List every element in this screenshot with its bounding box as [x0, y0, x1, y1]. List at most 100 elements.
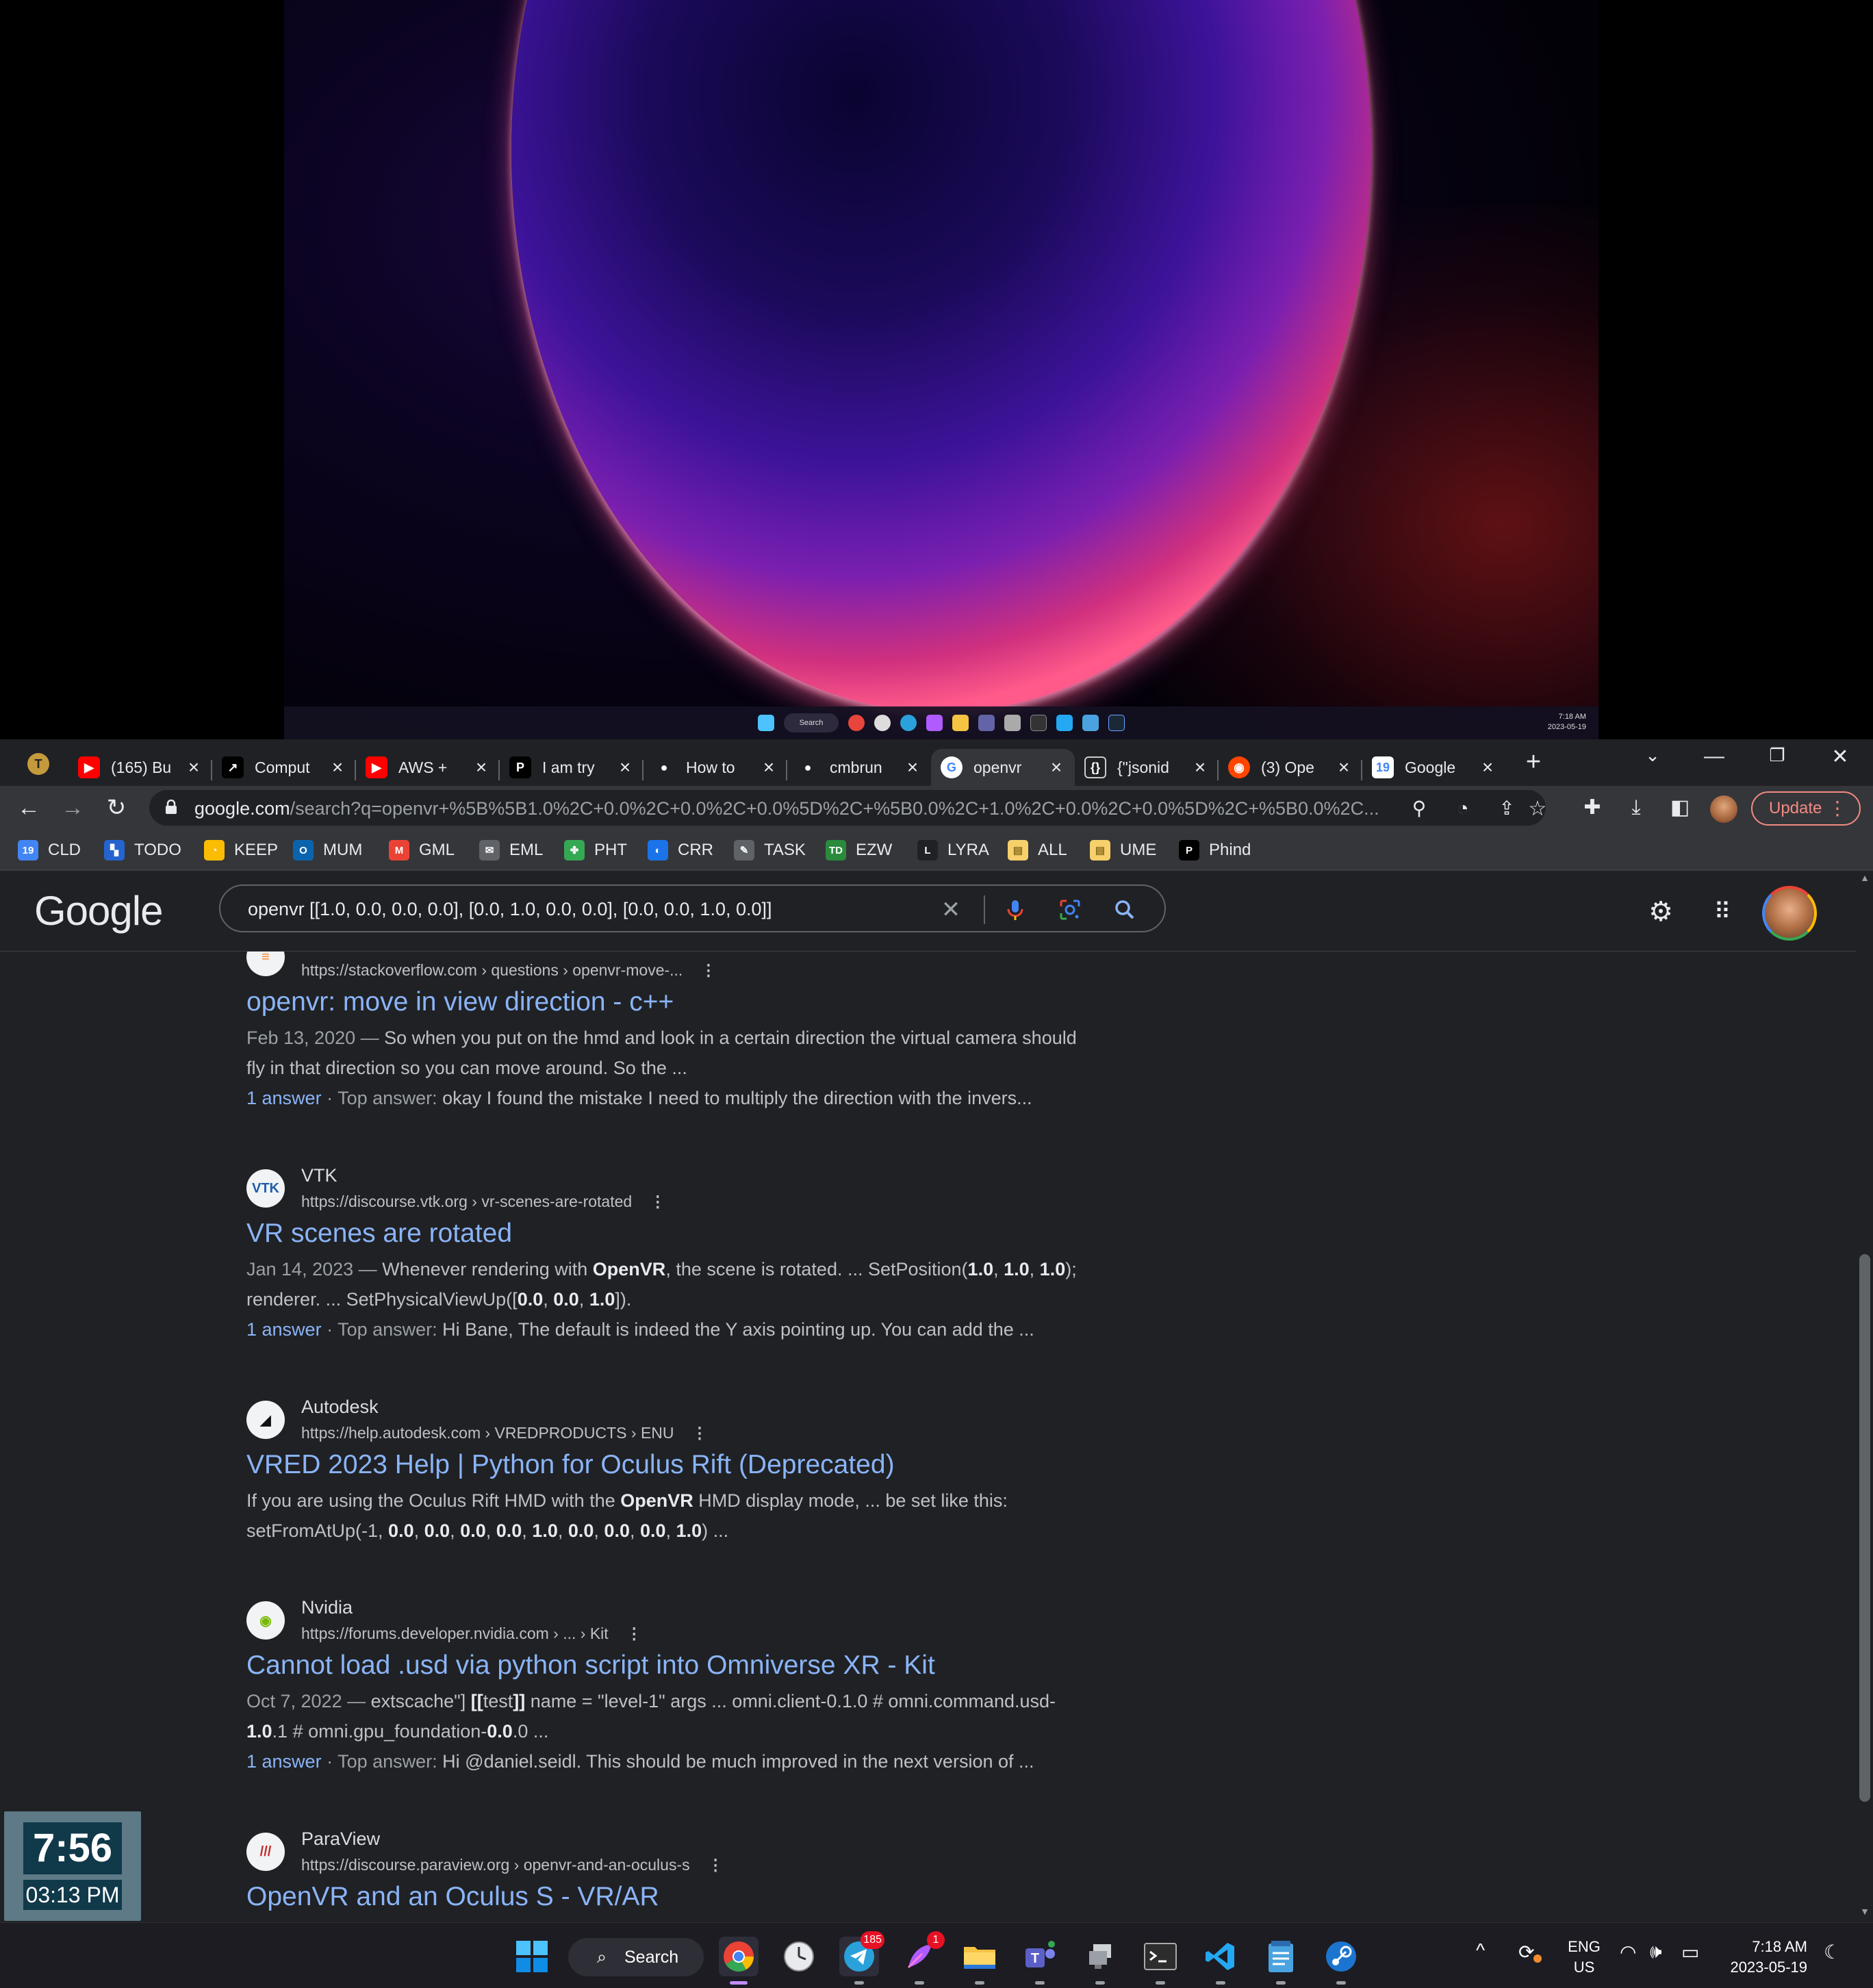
bookmark-all[interactable]: ▤ ALL	[1008, 838, 1067, 863]
result-title-link[interactable]: openvr: move in view direction - c++	[246, 987, 1095, 1017]
clock-app-icon[interactable]	[874, 715, 891, 731]
chrome-taskbar-icon[interactable]	[719, 1937, 759, 1985]
new-tab-button[interactable]: +	[1513, 748, 1554, 777]
clear-search-icon[interactable]: ✕	[938, 897, 964, 923]
answer-count-link[interactable]: 1 answer	[246, 1088, 322, 1108]
result-source[interactable]: ◉ Nvidia https://forums.developer.nvidia.c…	[246, 1597, 1095, 1642]
close-tab-icon[interactable]: ×	[1191, 756, 1209, 778]
browser-tab[interactable]: ↗ Comput ×	[212, 749, 356, 786]
share-icon[interactable]: ⇪	[1495, 797, 1518, 820]
input-language-indicator[interactable]: ENG US	[1565, 1937, 1603, 1978]
windows-start-icon[interactable]	[512, 1937, 552, 1976]
vscode-taskbar-icon[interactable]	[1201, 1937, 1240, 1985]
close-tab-icon[interactable]: ×	[1047, 756, 1065, 778]
close-tab-icon[interactable]: ×	[329, 756, 346, 778]
close-tab-icon[interactable]: ×	[616, 756, 634, 778]
battery-icon[interactable]: ▭	[1681, 1941, 1699, 1963]
close-tab-icon[interactable]: ×	[472, 756, 490, 778]
more-options-icon[interactable]: ⋮	[650, 1193, 665, 1211]
bookmark-ume[interactable]: ▤ UME	[1090, 838, 1156, 863]
windows-start-icon[interactable]	[758, 715, 774, 731]
update-button[interactable]: Update ⋮	[1751, 791, 1861, 826]
result-source[interactable]: ◢ Autodesk https://help.autodesk.com › VRE…	[246, 1397, 1095, 1442]
teams-taskbar-icon[interactable]: T	[1020, 1937, 1060, 1985]
wifi-icon[interactable]: ◠	[1620, 1941, 1636, 1963]
address-bar[interactable]: google.com/search?q=openvr+%5B%5B1.0%2C+…	[149, 790, 1546, 826]
answer-count-link[interactable]: 1 answer	[246, 1751, 322, 1772]
result-title-link[interactable]: VR scenes are rotated	[246, 1219, 1095, 1249]
profile-letter-icon[interactable]: T	[27, 753, 49, 775]
vscode-icon[interactable]	[1056, 715, 1073, 731]
terminal-icon[interactable]	[1030, 715, 1047, 731]
google-search-box[interactable]: openvr [[1.0, 0.0, 0.0, 0.0], [0.0, 1.0,…	[219, 884, 1166, 932]
bookmark-crr[interactable]: ◐ CRR	[648, 838, 713, 863]
system-clock[interactable]: 7:18 AM 2023-05-19	[1725, 1937, 1807, 1978]
browser-tab[interactable]: ● How to ×	[644, 749, 787, 786]
downloads-icon[interactable]: ⤓	[1621, 793, 1651, 823]
browser-tab[interactable]: {} {"jsonid ×	[1075, 749, 1219, 786]
notepad-taskbar-icon[interactable]	[1261, 1937, 1301, 1985]
close-tab-icon[interactable]: ×	[185, 756, 203, 778]
result-title-link[interactable]: Cannot load .usd via python script into …	[246, 1651, 1095, 1681]
telegram-icon[interactable]	[900, 715, 917, 731]
location-pin-icon[interactable]: ⚲	[1407, 797, 1431, 820]
extensions-puzzle-icon[interactable]: ✚	[1577, 793, 1607, 823]
lock-icon[interactable]	[164, 800, 178, 815]
google-account-avatar[interactable]	[1762, 886, 1817, 941]
bookmark-task[interactable]: ✎ TASK	[734, 838, 806, 863]
browser-tab[interactable]: ▶ AWS + ×	[356, 749, 500, 786]
result-source[interactable]: /// ParaView https://discourse.paraview.or…	[246, 1828, 1095, 1874]
profile-avatar[interactable]	[1710, 795, 1737, 823]
more-options-icon[interactable]: ⋮	[626, 1624, 642, 1643]
steam-taskbar-icon[interactable]	[1321, 1937, 1361, 1985]
page-scrollbar[interactable]: ▲ ▼	[1857, 871, 1873, 1922]
secondary-search-button[interactable]: Search	[784, 713, 839, 732]
search-query-input[interactable]: openvr [[1.0, 0.0, 0.0, 0.0], [0.0, 1.0,…	[248, 899, 932, 920]
bookmark-gml[interactable]: M GML	[389, 838, 455, 863]
steam-icon[interactable]	[1108, 715, 1125, 731]
more-options-icon[interactable]: ⋮	[700, 961, 716, 980]
close-tab-icon[interactable]: ×	[904, 756, 921, 778]
sync-status-icon[interactable]: ⟳	[1518, 1941, 1542, 1963]
file-explorer-icon[interactable]	[952, 715, 969, 731]
bookmark-mum[interactable]: O MUM	[293, 838, 362, 863]
scroll-down-arrow-icon[interactable]: ▼	[1859, 1906, 1870, 1917]
menu-dots-icon[interactable]: ⋮	[1828, 793, 1847, 824]
result-source[interactable]: VTK VTK https://discourse.vtk.org › vr-sce…	[246, 1165, 1095, 1210]
result-title-link[interactable]: VRED 2023 Help | Python for Oculus Rift …	[246, 1450, 1095, 1480]
browser-tab[interactable]: P I am try ×	[500, 749, 644, 786]
bookmark-todo[interactable]: ▚ TODO	[104, 838, 181, 863]
browser-tab[interactable]: ▶ (165) Bu ×	[68, 749, 212, 786]
bookmark-pht[interactable]: ✤ PHT	[564, 838, 627, 863]
taskbar-search-button[interactable]: ⌕ Search	[568, 1938, 704, 1976]
close-tab-icon[interactable]: ×	[1335, 756, 1353, 778]
close-window-button[interactable]: ✕	[1820, 745, 1861, 769]
bookmark-keep[interactable]: ◔ KEEP	[204, 838, 278, 863]
result-source[interactable]: ≡ https://stackoverflow.com › questions ›…	[246, 952, 1095, 979]
volume-icon[interactable]: 🕪	[1650, 1941, 1662, 1963]
file-explorer-taskbar-icon[interactable]	[960, 1937, 999, 1985]
clock-widget[interactable]: 7:56 03:13 PM	[4, 1811, 141, 1921]
side-panel-icon[interactable]: ◧	[1665, 793, 1695, 823]
remote-desktop-icon[interactable]	[1004, 715, 1021, 731]
teams-icon[interactable]	[978, 715, 995, 731]
remote-desktop-taskbar-icon[interactable]	[1080, 1937, 1120, 1985]
bookmark-star-icon[interactable]: ☆	[1522, 794, 1553, 824]
performance-icon[interactable]: ◔	[1451, 797, 1475, 820]
chrome-icon[interactable]	[848, 715, 865, 731]
reload-button[interactable]: ↻	[101, 793, 131, 823]
show-hidden-icons-chevron-icon[interactable]: ^	[1476, 1939, 1485, 1961]
google-lens-icon[interactable]	[1057, 897, 1083, 923]
minimize-button[interactable]: —	[1694, 745, 1735, 768]
copilot-icon[interactable]	[926, 715, 943, 731]
search-submit-icon[interactable]	[1112, 897, 1138, 923]
close-tab-icon[interactable]: ×	[760, 756, 778, 778]
scroll-thumb[interactable]	[1859, 1254, 1870, 1802]
bookmark-eml[interactable]: ✉ EML	[479, 838, 543, 863]
browser-tab[interactable]: 19 Google ×	[1362, 749, 1506, 786]
google-logo[interactable]: Google	[34, 887, 163, 934]
answer-count-link[interactable]: 1 answer	[246, 1319, 322, 1340]
browser-tab[interactable]: ◉ (3) Ope ×	[1219, 749, 1362, 786]
more-options-icon[interactable]: ⋮	[692, 1424, 708, 1442]
telegram-taskbar-icon[interactable]: 185	[839, 1931, 884, 1985]
